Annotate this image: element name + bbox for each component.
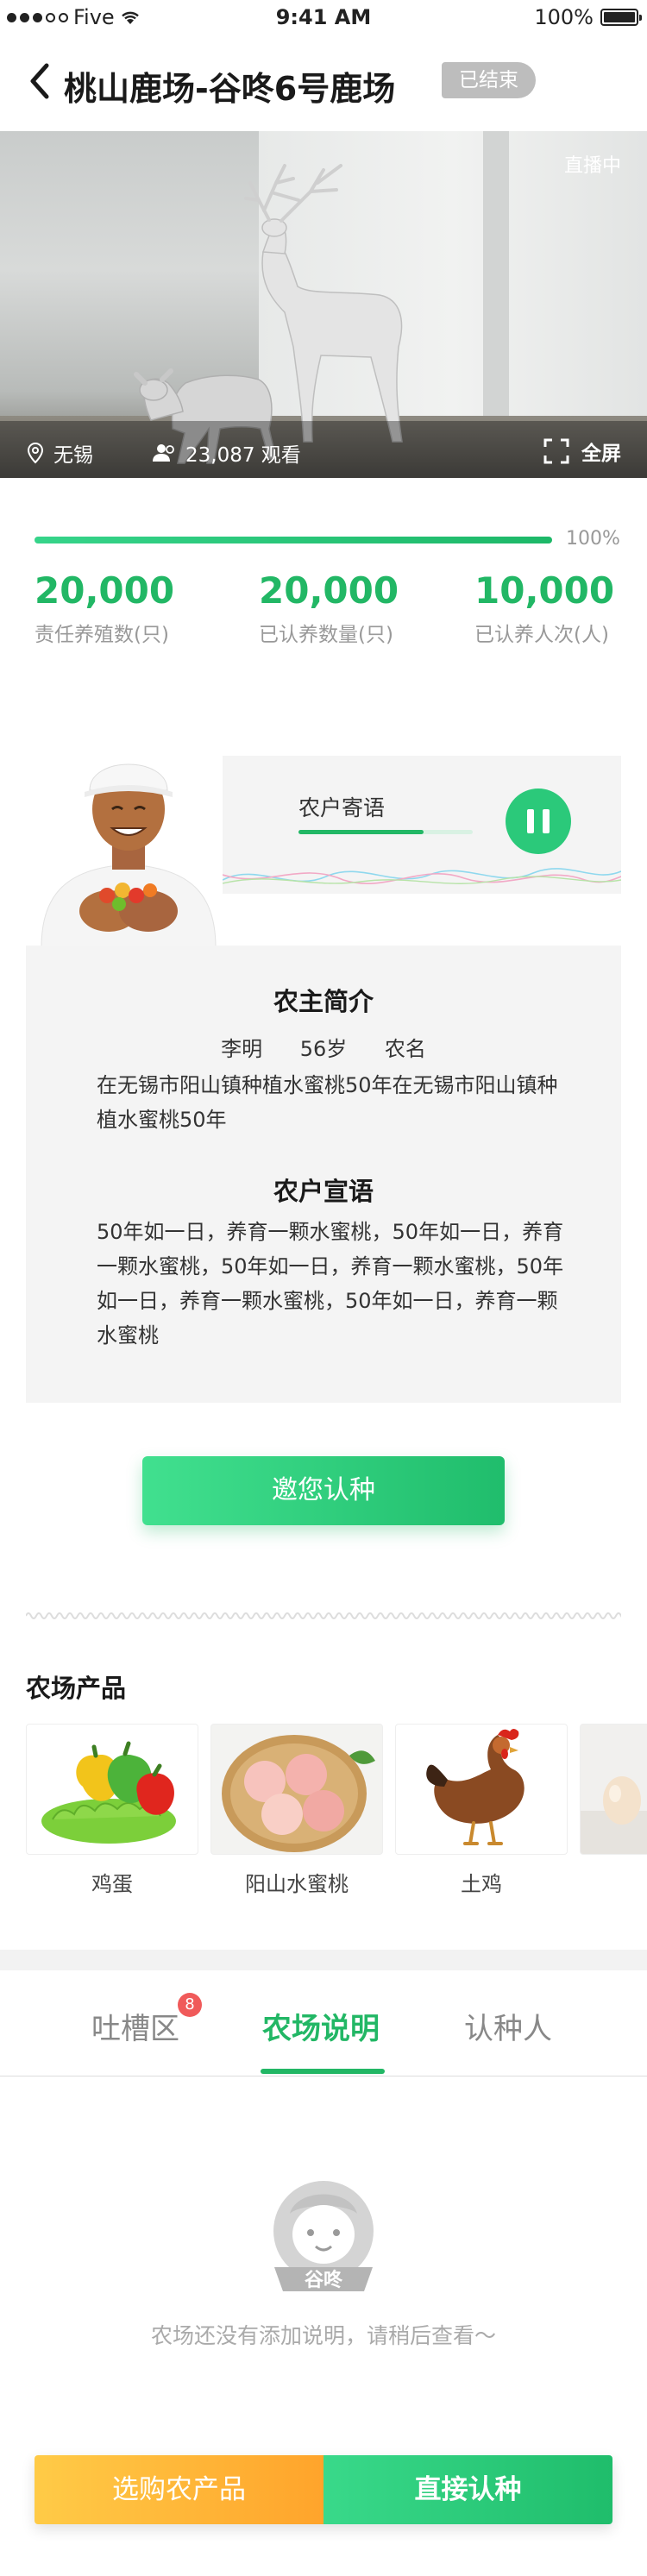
live-label: 直播中 [563, 155, 621, 177]
location-text: 无锡 [53, 444, 93, 467]
product-card[interactable]: 鸡 [580, 1724, 647, 1897]
wavy-divider [26, 1612, 621, 1619]
fullscreen-button[interactable]: 全屏 [543, 437, 621, 466]
stat-value: 10,000 [474, 569, 615, 612]
stat-total: 20,000 责任养殖数(只) [35, 569, 174, 647]
stat-label: 已认养数量(只) [259, 624, 393, 646]
peppers-image [26, 1724, 198, 1855]
tab-bar: 吐槽区 8 农场说明 认种人 [0, 1970, 647, 2077]
tab-adopters[interactable]: 认种人 [464, 2005, 552, 2047]
intro-title: 农主简介 [273, 987, 374, 1016]
farm-stats: 20,000 责任养殖数(只) 20,000 已认养数量(只) 10,000 已… [0, 569, 647, 656]
voice-progress-track[interactable] [298, 830, 473, 834]
pause-icon-bar [543, 809, 550, 833]
stat-adopters: 10,000 已认养人次(人) [474, 569, 614, 647]
status-bar: Five 9:41 AM 100% [0, 0, 647, 35]
adoption-progress-label: 100% [566, 528, 620, 550]
farmer-name: 李明 [221, 1037, 263, 1061]
buy-products-button[interactable]: 选购农产品 [35, 2455, 324, 2524]
farmer-bio: 在无锡市阳山镇种植水蜜桃50年在无锡市阳山镇种植水蜜桃50年 [97, 1073, 558, 1132]
product-card[interactable]: 鸡蛋 [26, 1724, 198, 1897]
farmer-role: 农名 [384, 1037, 426, 1061]
products-section-title: 农场产品 [26, 1674, 127, 1703]
tab-label: 认种人 [464, 2012, 552, 2046]
adoption-progress-fill [35, 537, 552, 543]
invite-adopt-button[interactable]: 邀您认种 [142, 1456, 505, 1525]
page: Five 9:41 AM 100% 桃山鹿场-谷咚6号鹿场 已结束 直播中 无锡… [0, 0, 647, 2576]
video-location: 无锡 [26, 438, 93, 468]
battery-percent: 100% [534, 5, 594, 29]
voice-pause-button[interactable] [506, 789, 571, 854]
slogan-title: 农户宣语 [273, 1177, 374, 1206]
back-arrow-icon[interactable] [22, 59, 57, 104]
viewers-count: 23,087 观看 [185, 444, 301, 467]
battery-icon [600, 9, 642, 26]
section-divider [0, 1950, 647, 1970]
viewers-icon [153, 444, 174, 462]
active-tab-indicator [261, 2069, 385, 2074]
empty-state-message: 农场还没有添加说明，请稍后查看～ [150, 2323, 496, 2348]
adoption-progress-bar [35, 537, 552, 543]
stat-label: 责任养殖数(只) [35, 624, 169, 646]
mascot-logo-text: 谷咚 [305, 2269, 343, 2291]
product-name: 阳山水蜜桃 [245, 1872, 349, 1896]
page-title: 桃山鹿场-谷咚6号鹿场 [64, 70, 396, 108]
eggs-image [580, 1724, 647, 1855]
bottom-action-bar: 选购农产品 直接认种 [35, 2455, 612, 2524]
farmer-intro-panel: 农主简介 李明 56岁 农名 在无锡市阳山镇种植水蜜桃50年在无锡市阳山镇种植水… [26, 946, 621, 1403]
tab-label: 农场说明 [262, 2012, 380, 2046]
location-pin-icon [27, 442, 44, 464]
fullscreen-icon [543, 438, 569, 464]
product-name: 鸡蛋 [91, 1872, 133, 1896]
sound-wave-decoration [223, 868, 621, 884]
stat-label: 已认养人次(人) [474, 624, 609, 646]
voice-message-label: 农户寄语 [298, 795, 386, 820]
nav-bar: 桃山鹿场-谷咚6号鹿场 已结束 [0, 35, 647, 131]
product-name: 鸡 [580, 1867, 647, 1897]
tab-complaints[interactable]: 吐槽区 8 [91, 1993, 202, 2047]
video-info-bar: 无锡 23,087 观看 全屏 [0, 421, 647, 478]
farmer-slogan: 50年如一日，养育一颗水蜜桃，50年如一日，养育一颗水蜜桃，50年如一日，养育一… [97, 1220, 564, 1348]
farmer-meta: 李明 56岁 农名 [26, 1032, 621, 1062]
fullscreen-label: 全屏 [581, 443, 621, 465]
live-video-player[interactable]: 直播中 无锡 23,087 观看 全屏 [0, 131, 647, 478]
direct-adopt-button[interactable]: 直接认种 [324, 2455, 612, 2524]
farmer-age: 56岁 [299, 1037, 348, 1061]
peaches-image [210, 1724, 383, 1855]
stat-value: 20,000 [259, 569, 399, 612]
tab-label: 吐槽区 [91, 2012, 179, 2046]
battery-status: 100% [534, 5, 642, 29]
status-badge: 已结束 [442, 62, 536, 98]
unread-badge: 8 [178, 1993, 202, 2017]
product-card[interactable]: 阳山水蜜桃 [210, 1724, 383, 1897]
pause-icon-bar [527, 809, 534, 833]
stat-adopted: 20,000 已认养数量(只) [259, 569, 399, 647]
video-viewers: 23,087 观看 [151, 438, 301, 468]
gudong-mascot-icon: 谷咚 [273, 2181, 374, 2291]
chicken-image [395, 1724, 568, 1855]
tab-farm-info[interactable]: 农场说明 [262, 2005, 380, 2047]
stat-value: 20,000 [35, 569, 175, 612]
farmer-avatar [41, 763, 217, 947]
product-card[interactable]: 土鸡 [395, 1724, 568, 1897]
product-name: 土鸡 [461, 1872, 502, 1896]
voice-progress-fill [298, 830, 424, 834]
